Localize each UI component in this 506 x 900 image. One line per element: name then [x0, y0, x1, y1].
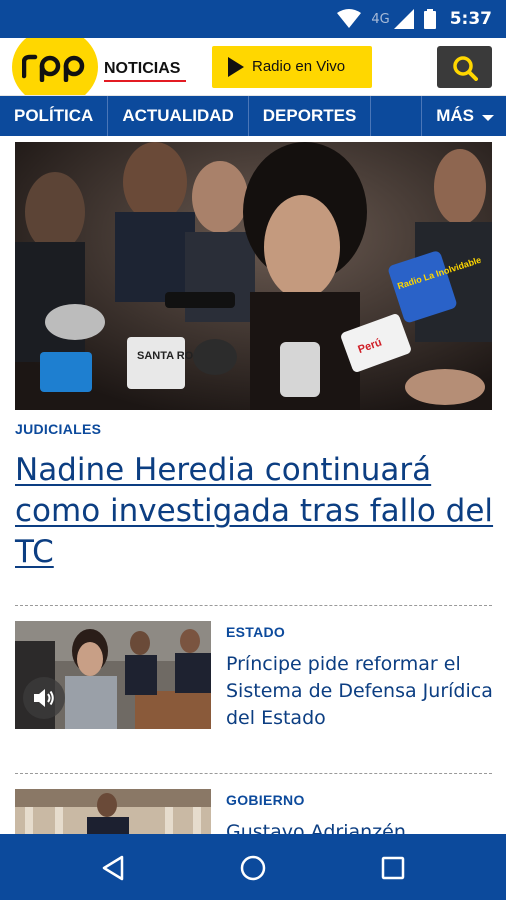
system-navigation-bar [0, 834, 506, 900]
radio-live-label: Radio en Vivo [252, 58, 346, 75]
hero-category[interactable]: JUDICIALES [15, 421, 101, 437]
battery-icon [423, 9, 436, 29]
article-category[interactable]: GOBIERNO [226, 792, 305, 808]
back-icon [102, 855, 124, 881]
app-header: NOTICIAS Radio en Vivo [0, 38, 506, 96]
radio-live-button[interactable]: Radio en Vivo [212, 46, 372, 88]
home-icon [240, 855, 266, 881]
clock: 5:37 [449, 9, 492, 29]
audio-badge[interactable] [23, 677, 65, 719]
brand-subtitle: NOTICIAS [104, 60, 181, 77]
divider [15, 773, 492, 774]
hero-photo-illustration: SANTA ROSA Radio La Inolvidable Perú [15, 142, 492, 410]
article-card[interactable]: ESTADO Príncipe pide reformar el Sistema… [15, 621, 493, 731]
article-thumbnail-photo [15, 789, 211, 834]
logo-text [21, 52, 88, 89]
section-nav: POLÍTICA ACTUALIDAD DEPORTES MÁS [0, 96, 506, 136]
home-button[interactable] [233, 848, 273, 888]
status-bar: 4G 5:37 [0, 0, 506, 38]
brand-underline [104, 80, 186, 82]
nav-item-deportes[interactable]: DEPORTES [249, 96, 372, 136]
article-thumbnail[interactable] [15, 621, 211, 729]
nav-item-politica[interactable]: POLÍTICA [0, 96, 109, 136]
article-headline[interactable]: Gustavo Adrianzén [226, 819, 496, 834]
nav-item-actualidad[interactable]: ACTUALIDAD [108, 96, 249, 136]
back-button[interactable] [93, 848, 133, 888]
rpp-logo-mark [21, 54, 85, 83]
search-icon [453, 56, 478, 81]
divider [15, 605, 492, 606]
play-icon [228, 57, 244, 77]
search-button[interactable] [437, 46, 492, 88]
chevron-down-icon [482, 115, 494, 121]
recents-button[interactable] [373, 848, 413, 888]
hero-image[interactable]: SANTA ROSA Radio La Inolvidable Perú [15, 142, 492, 410]
status-icons: 4G 5:37 [337, 0, 492, 38]
article-category[interactable]: ESTADO [226, 624, 285, 640]
news-feed[interactable]: SANTA ROSA Radio La Inolvidable Perú JUD… [0, 136, 506, 834]
network-type-label: 4G [371, 11, 390, 27]
article-headline[interactable]: Príncipe pide reformar el Sistema de Def… [226, 651, 496, 732]
wifi-icon [337, 9, 362, 28]
article-card[interactable]: GOBIERNO Gustavo Adrianzén [15, 789, 492, 834]
speaker-icon [34, 689, 54, 707]
nav-more-button[interactable]: MÁS [421, 96, 506, 136]
nav-more-label: MÁS [436, 106, 474, 125]
cellular-signal-icon [393, 9, 414, 29]
hero-headline[interactable]: Nadine Heredia continuará como investiga… [15, 450, 495, 573]
recents-icon [381, 856, 405, 880]
article-thumbnail[interactable] [15, 789, 211, 834]
